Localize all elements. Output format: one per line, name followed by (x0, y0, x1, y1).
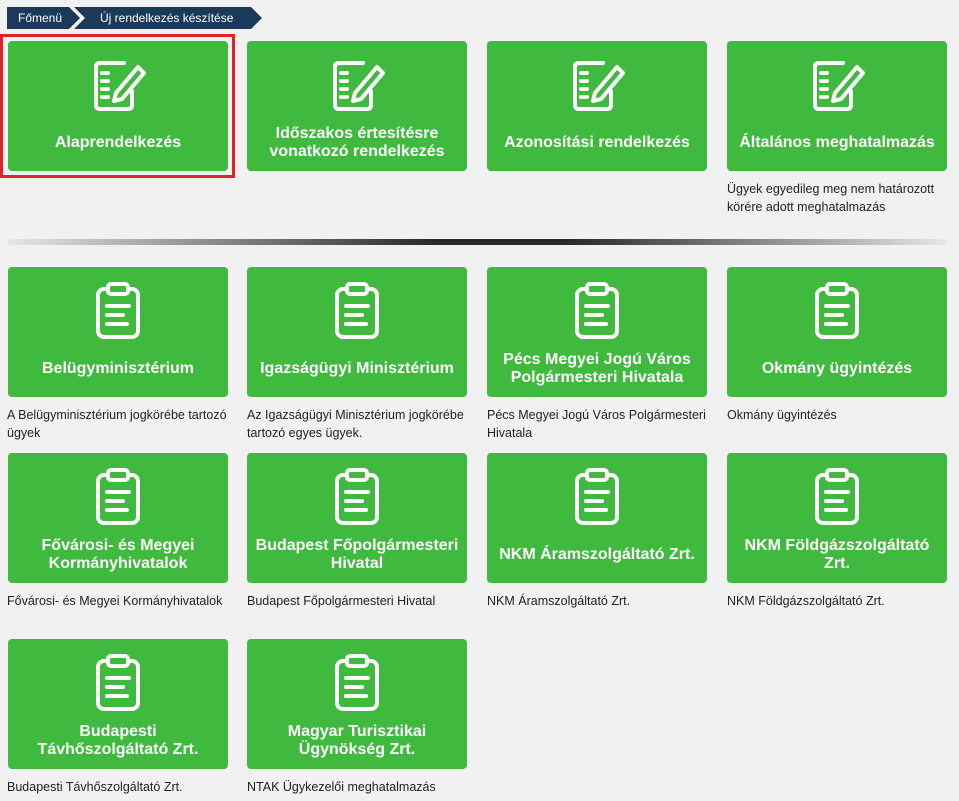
tile-label: Budapesti Távhőszolgáltató Zrt. (37, 723, 199, 758)
tile-fopolgarmesteri-hivatal[interactable]: Budapest Főpolgármesteri Hivatal (247, 453, 467, 583)
tile-description: Ügyek egyedileg meg nem határozott körér… (727, 182, 935, 214)
tile-tavhoszolgaltato[interactable]: Budapesti Távhőszolgáltató Zrt. (8, 639, 228, 769)
tile-label: Budapest Főpolgármesteri Hivatal (255, 537, 459, 572)
tile-nkm-foldgazszolgaltato[interactable]: NKM Földgázszolgáltató Zrt. (727, 453, 947, 583)
clipboard-icon (96, 468, 140, 525)
notepad-pencil-icon (573, 61, 625, 111)
tile-description: NKM Földgázszolgáltató Zrt. (727, 594, 885, 608)
tile-label: NKM Áramszolgáltató Zrt. (499, 546, 695, 563)
notepad-pencil-icon (94, 61, 146, 111)
tile-label: Magyar Turisztikai Ügynökség Zrt. (287, 723, 427, 758)
tile-label: Azonosítási rendelkezés (504, 134, 690, 151)
clipboard-icon (335, 468, 379, 525)
tile-label: Időszakos értesítésre vonatkozó rendelke… (269, 125, 445, 160)
tile-description: Budapesti Távhőszolgáltató Zrt. (7, 780, 183, 794)
section-divider (7, 239, 947, 245)
tile-label: Belügyminisztérium (41, 360, 195, 377)
tile-description: Fővárosi- és Megyei Kormányhivatalok (7, 594, 223, 608)
breadcrumb-home[interactable]: Főmenü (7, 7, 80, 29)
tile-description: Okmány ügyintézés (727, 408, 837, 422)
tile-idoszakos-ertesites[interactable]: Időszakos értesítésre vonatkozó rendelke… (247, 41, 467, 171)
notepad-pencil-icon (813, 61, 865, 111)
tile-description: A Belügyminisztérium jogkörébe tartozó ü… (7, 408, 227, 440)
tile-altalanos-meghatalmazas[interactable]: Általános meghatalmazás (727, 41, 947, 171)
tile-nkm-aramszolgaltato[interactable]: NKM Áramszolgáltató Zrt. (487, 453, 707, 583)
clipboard-icon (96, 654, 140, 711)
tile-label: Igazságügyi Minisztérium (260, 360, 454, 377)
clipboard-icon (335, 282, 379, 339)
breadcrumb-current[interactable]: Új rendelkezés készítése (74, 7, 262, 29)
tile-alaprendelkezes[interactable]: Alaprendelkezés (8, 41, 228, 171)
tile-kormanyhivatalok[interactable]: Fővárosi- és Megyei Kormányhivatalok (8, 453, 228, 583)
clipboard-icon (575, 468, 619, 525)
tile-description: NTAK Ügykezelői meghatalmazás (247, 780, 436, 794)
clipboard-icon (815, 468, 859, 525)
tile-description: Budapest Főpolgármesteri Hivatal (247, 594, 436, 608)
tile-description: Az Igazságügyi Minisztérium jogkörébe ta… (247, 408, 464, 440)
tile-label: NKM Földgázszolgáltató Zrt. (744, 537, 930, 572)
tile-igazsagugyi-miniszterium[interactable]: Igazságügyi Minisztérium (247, 267, 467, 397)
tile-azonositasi-rendelkezes[interactable]: Azonosítási rendelkezés (487, 41, 707, 171)
tile-label: Okmány ügyintézés (761, 360, 913, 377)
breadcrumb: Főmenü Új rendelkezés készítése (7, 7, 262, 29)
notepad-pencil-icon (333, 61, 385, 111)
clipboard-icon (96, 282, 140, 339)
tile-label: Pécs Megyei Jogú Város Polgármesteri Hiv… (503, 351, 691, 386)
tile-turisztikai-ugynokseg[interactable]: Magyar Turisztikai Ügynökség Zrt. (247, 639, 467, 769)
tile-belugyminiszterium[interactable]: Belügyminisztérium (8, 267, 228, 397)
tile-pecs-polgarmesteri-hivatal[interactable]: Pécs Megyei Jogú Város Polgármesteri Hiv… (487, 267, 707, 397)
tile-description: NKM Áramszolgáltató Zrt. (487, 594, 631, 608)
clipboard-icon (815, 282, 859, 339)
clipboard-icon (335, 654, 379, 711)
tile-label: Alaprendelkezés (54, 134, 182, 151)
clipboard-icon (575, 282, 619, 339)
tile-description: Pécs Megyei Jogú Város Polgármesteri Hiv… (487, 408, 706, 440)
page: Főmenü Új rendelkezés készítése Alaprend… (0, 0, 959, 801)
tile-label: Fővárosi- és Megyei Kormányhivatalok (41, 537, 195, 572)
tile-label: Általános meghatalmazás (739, 134, 935, 151)
tile-okmany-ugyintezes[interactable]: Okmány ügyintézés (727, 267, 947, 397)
